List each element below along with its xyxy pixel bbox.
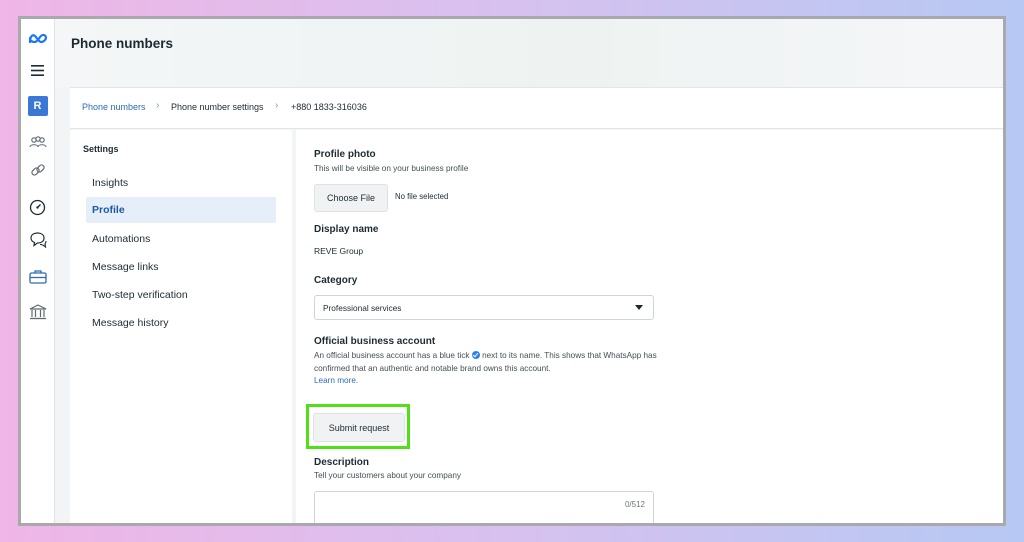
settings-heading: Settings — [83, 144, 119, 154]
link-icon[interactable] — [21, 159, 54, 181]
left-rail: R — [21, 19, 55, 523]
bank-icon[interactable] — [21, 301, 54, 323]
profile-form: Profile photo This will be visible on yo… — [296, 130, 1003, 523]
official-account-title: Official business account — [314, 336, 436, 347]
sidebar-item-insights[interactable]: Insights — [86, 170, 276, 196]
display-name-value: REVE Group — [314, 246, 364, 256]
sidebar-item-automations[interactable]: Automations — [86, 226, 276, 252]
category-title: Category — [314, 275, 358, 286]
description-title: Description — [314, 457, 370, 468]
submit-request-button[interactable]: Submit request — [313, 413, 405, 442]
sidebar-item-message-links[interactable]: Message links — [86, 254, 276, 280]
description-input[interactable]: 0/512 — [314, 491, 654, 523]
avatar-letter: R — [27, 96, 48, 116]
choose-file-button[interactable]: Choose File — [314, 184, 388, 212]
description-counter: 0/512 — [624, 500, 645, 509]
sidebar-item-profile[interactable]: Profile — [86, 197, 276, 223]
page-title: Phone numbers — [71, 36, 174, 51]
chevron-down-icon — [635, 305, 643, 310]
account-avatar[interactable]: R — [21, 95, 54, 117]
breadcrumb-current-number: +880 1833-316036 — [291, 102, 367, 112]
chat-icon[interactable] — [21, 229, 54, 251]
breadcrumb-phone-numbers[interactable]: Phone numbers — [82, 102, 146, 112]
menu-icon[interactable] — [21, 59, 54, 81]
official-text-before: An official business account has a blue … — [314, 351, 470, 360]
sidebar-item-two-step-verification[interactable]: Two-step verification — [86, 282, 276, 308]
category-select[interactable]: Professional services — [314, 295, 654, 320]
display-name-title: Display name — [314, 224, 379, 235]
meta-logo-icon[interactable] — [21, 28, 54, 50]
breadcrumb: Phone numbers › Phone number settings › … — [70, 87, 1003, 129]
settings-sidebar: Settings Insights Profile Automations Me… — [70, 130, 292, 523]
screenshot-frame: R Phone numbers Phone numbers › Phone nu… — [18, 16, 1006, 526]
gauge-icon[interactable] — [21, 196, 54, 218]
people-icon[interactable] — [21, 131, 54, 153]
profile-photo-subtitle: This will be visible on your business pr… — [314, 164, 469, 173]
category-selected-value: Professional services — [323, 303, 402, 313]
profile-photo-title: Profile photo — [314, 149, 376, 160]
learn-more-link[interactable]: Learn more. — [314, 376, 358, 385]
chevron-right-icon: › — [275, 100, 279, 111]
breadcrumb-phone-number-settings[interactable]: Phone number settings — [171, 102, 264, 112]
app-window: R Phone numbers Phone numbers › Phone nu… — [21, 19, 1003, 523]
sidebar-item-message-history[interactable]: Message history — [86, 310, 276, 336]
official-account-description: An official business account has a blue … — [314, 349, 674, 375]
description-subtitle: Tell your customers about your company — [314, 471, 461, 480]
briefcase-icon[interactable] — [21, 265, 54, 287]
page-header: Phone numbers — [55, 19, 1003, 87]
no-file-label: No file selected — [395, 192, 449, 201]
blue-tick-icon — [471, 351, 480, 359]
chevron-right-icon: › — [156, 100, 160, 111]
